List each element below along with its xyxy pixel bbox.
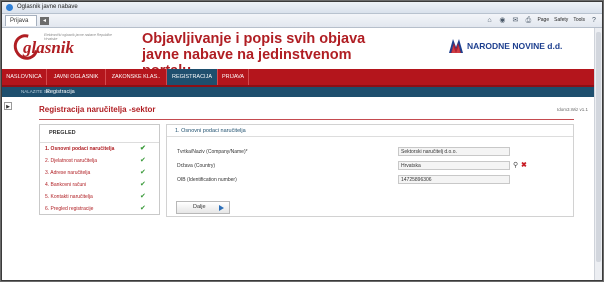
wizard-steps-panel: PREGLED 1. Osnovni podaci naručitelja ✔ …	[39, 124, 160, 215]
step-label: 1. Osnovni podaci naručitelja	[45, 146, 115, 152]
country-label: Država (Country)	[177, 163, 216, 169]
step-label: 5. Kontakti naručitelja	[45, 194, 93, 200]
scrollbar[interactable]	[594, 28, 602, 280]
home-icon[interactable]: ⌂	[485, 17, 493, 25]
nav-item-registracija[interactable]: REGISTRACIJA	[167, 69, 218, 85]
browser-icon	[6, 4, 13, 11]
tools-menu[interactable]: Tools	[573, 16, 585, 25]
company-name-label: Tvrtka/Naziv (Company/Name)*	[177, 149, 248, 155]
browser-tab[interactable]: Prijava	[5, 15, 37, 26]
title-divider	[39, 119, 574, 120]
step-item[interactable]: 6. Pregled registracije ✔	[40, 203, 159, 215]
check-icon: ✔	[140, 145, 146, 152]
nav-item-prijava[interactable]: PRIJAVA	[218, 69, 249, 85]
step-item[interactable]: 2. Djelatnost naručitelja ✔	[40, 155, 159, 167]
search-icon[interactable]: ⚲	[513, 162, 518, 170]
command-bar: ⌂ ◉ ✉ ⎙ Page Safety Tools ?	[485, 16, 598, 25]
new-tab-icon[interactable]: ◂	[40, 17, 49, 25]
breadcrumb: NALAZITE SE: Registracija	[2, 87, 602, 97]
clear-icon[interactable]: ✖	[521, 162, 527, 170]
check-icon: ✔	[140, 205, 146, 212]
step-item[interactable]: 3. Adrese naručitelja ✔	[40, 167, 159, 179]
nav-item-zakonske-klas[interactable]: ZAKONSKE KLAS..	[106, 69, 167, 85]
browser-toolbar: Prijava ◂ ⌂ ◉ ✉ ⎙ Page Safety Tools ?	[2, 14, 602, 28]
nav-item-javni-oglasnik[interactable]: JAVNI OGLASNIK	[47, 69, 106, 85]
oib-label: OIB (Identification number)	[177, 177, 237, 183]
main-nav: NASLOVNICA JAVNI OGLASNIK ZAKONSKE KLAS.…	[2, 69, 602, 87]
check-icon: ✔	[140, 193, 146, 200]
window-title: Oglasnik javne nabave	[17, 4, 78, 10]
step-label: 6. Pregled registracije	[45, 206, 94, 212]
step-item[interactable]: 1. Osnovni podaci naručitelja ✔	[40, 143, 159, 155]
title-bar: Oglasnik javne nabave	[2, 2, 602, 14]
safety-menu[interactable]: Safety	[554, 16, 568, 25]
step-item[interactable]: 5. Kontakti naručitelja ✔	[40, 191, 159, 203]
form-panel: 1. Osnovni podaci naručitelja Tvrtka/Naz…	[166, 124, 574, 217]
version-label: Idom3.Wiz v1.1	[556, 107, 588, 112]
check-icon: ✔	[140, 181, 146, 188]
expand-arrow-icon[interactable]: ▶	[4, 102, 12, 110]
page-title: Registracija naručitelja -sektor	[39, 105, 156, 114]
narodne-novine-icon	[449, 39, 463, 53]
page-menu[interactable]: Page	[537, 16, 549, 25]
check-icon: ✔	[140, 157, 146, 164]
oglasnik-logo[interactable]: glasnik Elektronički oglasnik javne naba…	[9, 29, 119, 65]
step-label: 3. Adrese naručitelja	[45, 170, 91, 176]
next-button[interactable]: Dalje	[176, 201, 230, 214]
country-field[interactable]: Hrvatska	[398, 161, 510, 170]
mail-icon[interactable]: ✉	[511, 17, 519, 25]
scrollbar-thumb[interactable]	[596, 32, 601, 262]
company-name-field[interactable]: Sektorski naručitelj d.o.o.	[398, 147, 510, 156]
check-icon: ✔	[140, 169, 146, 176]
partner-name: NARODNE NOVINE d.d.	[467, 41, 563, 51]
breadcrumb-current[interactable]: Registracija	[46, 87, 75, 97]
narodne-novine-logo[interactable]: NARODNE NOVINE d.d.	[447, 37, 562, 55]
step-label: 4. Bankovni računi	[45, 182, 87, 188]
feeds-icon[interactable]: ◉	[498, 17, 506, 25]
browser-window: Oglasnik javne nabave Prijava ◂ ⌂ ◉ ✉ ⎙ …	[1, 1, 603, 281]
form-section-title: 1. Osnovni podaci naručitelja	[167, 125, 573, 137]
print-icon[interactable]: ⎙	[524, 17, 532, 25]
next-button-label: Dalje	[193, 204, 206, 210]
logo-tagline: Elektronički oglasnik javne nabave Repub…	[44, 33, 112, 41]
step-label: 2. Djelatnost naručitelja	[45, 158, 97, 164]
logo-text: glasnik	[23, 38, 75, 57]
site-header: glasnik Elektronički oglasnik javne naba…	[2, 28, 602, 79]
arrow-right-icon	[219, 205, 224, 211]
step-item[interactable]: 4. Bankovni računi ✔	[40, 179, 159, 191]
nav-item-naslovnica[interactable]: NASLOVNICA	[2, 69, 47, 85]
steps-header: PREGLED	[40, 125, 159, 143]
help-icon[interactable]: ?	[590, 17, 598, 25]
oib-field[interactable]: 14725896306	[398, 175, 510, 184]
